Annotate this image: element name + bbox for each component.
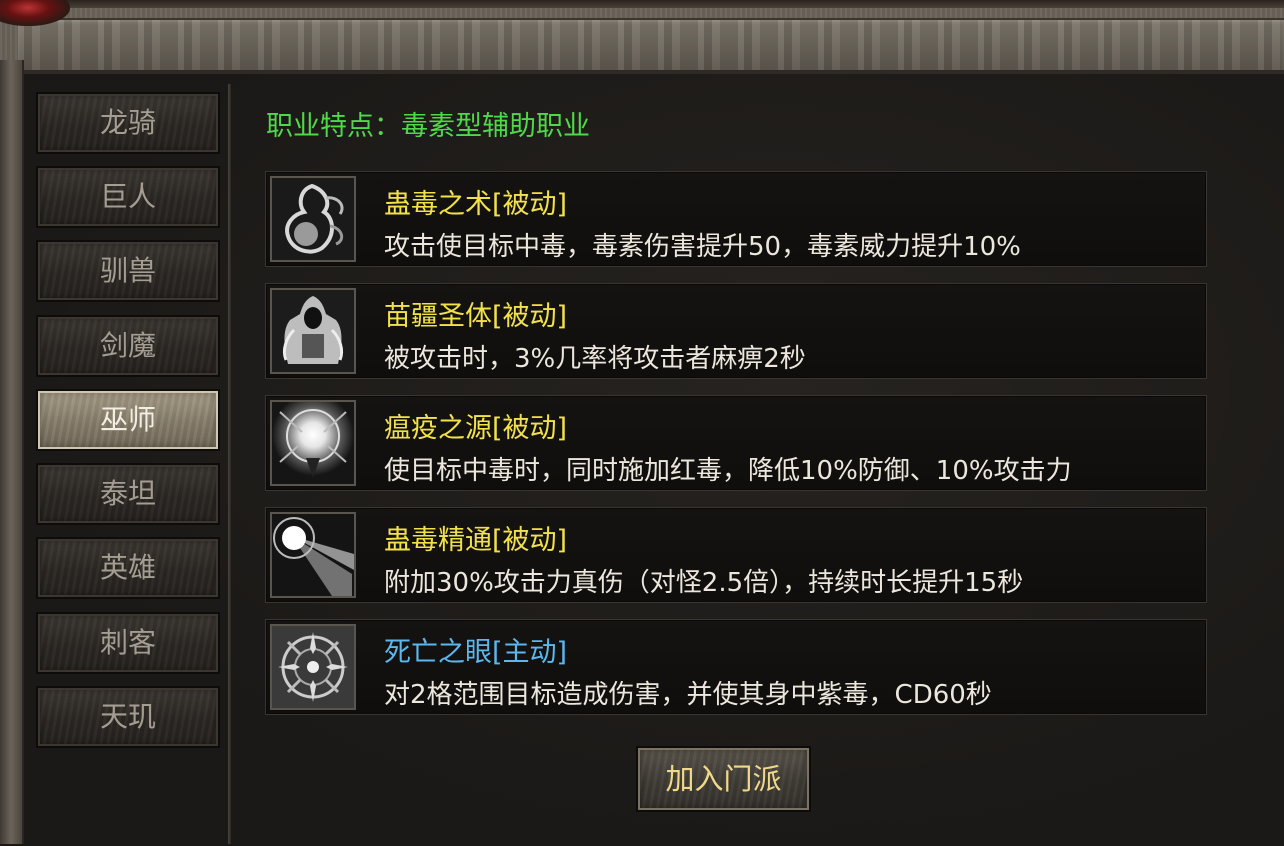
skill-row: 苗疆圣体[被动] 被攻击时，3%几率将攻击者麻痹2秒 [265,283,1207,379]
tab-assassin[interactable]: 刺客 [36,612,220,674]
tab-titan[interactable]: 泰坦 [36,463,220,525]
tab-hero[interactable]: 英雄 [36,537,220,599]
skill-row: 死亡之眼[主动] 对2格范围目标造成伤害，并使其身中紫毒，CD60秒 [265,619,1207,715]
skill-name: 瘟疫之源[被动] [384,413,568,444]
skill-row: 瘟疫之源[被动] 使目标中毒时，同时施加红毒，降低10%防御、10%攻击力 [265,395,1207,491]
frame-left-border [0,60,24,844]
sidebar-divider [228,84,231,844]
skill-row: 蛊毒之术[被动] 攻击使目标中毒，毒素伤害提升50，毒素威力提升10% [265,171,1207,267]
skill-description: 对2格范围目标造成伤害，并使其身中紫毒，CD60秒 [384,680,992,710]
skill-description: 攻击使目标中毒，毒素伤害提升50，毒素威力提升10% [384,232,1021,262]
frame-top-band [0,0,1284,8]
skill-description: 使目标中毒时，同时施加红毒，降低10%防御、10%攻击力 [384,456,1072,486]
join-sect-button[interactable]: 加入门派 [636,746,811,812]
tab-giant[interactable]: 巨人 [36,166,220,228]
skill-description: 被攻击时，3%几率将攻击者麻痹2秒 [384,344,806,374]
tab-wizard[interactable]: 巫师 [36,389,220,451]
tab-tianji[interactable]: 天玑 [36,686,220,748]
skill-name: 死亡之眼[主动] [384,637,568,668]
skill-name: 蛊毒精通[被动] [384,525,568,556]
skill-name: 蛊毒之术[被动] [384,189,568,220]
skill-description: 附加30%攻击力真伤（对怪2.5倍），持续时长提升15秒 [384,568,1024,598]
tab-tamer[interactable]: 驯兽 [36,240,220,302]
poison-gourd-icon[interactable] [270,176,356,262]
corner-gem-ornament [0,0,70,26]
tab-sword-demon[interactable]: 剑魔 [36,315,220,377]
tab-dragoon[interactable]: 龙骑 [36,92,220,154]
hooded-figure-icon[interactable] [270,288,356,374]
skill-name: 苗疆圣体[被动] [384,301,568,332]
eye-sigil-icon[interactable] [270,624,356,710]
ornament-strip [18,18,1284,73]
glowing-orb-icon[interactable] [270,400,356,486]
skill-row: 蛊毒精通[被动] 附加30%攻击力真伤（对怪2.5倍），持续时长提升15秒 [265,507,1207,603]
light-beam-icon[interactable] [270,512,356,598]
class-feature-heading: 职业特点：毒素型辅助职业 [266,111,590,142]
